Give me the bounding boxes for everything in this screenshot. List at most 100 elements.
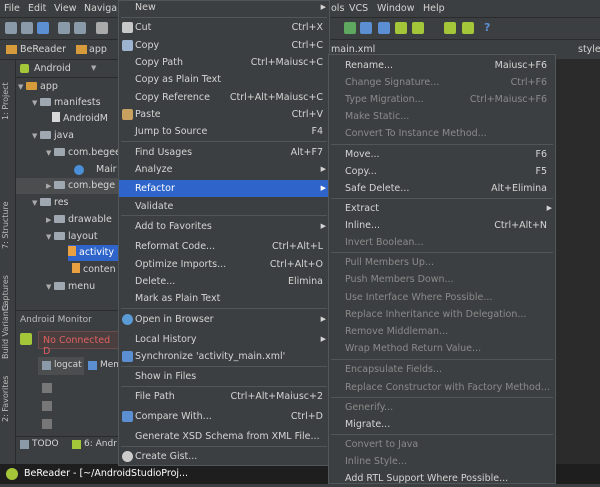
menu-item-add-to-favorites[interactable]: Add to Favorites ▶ xyxy=(119,218,329,235)
menu-item-convert-to-instance-method[interactable]: Convert To Instance Method... xyxy=(329,125,555,142)
menu-item-push-members-down[interactable]: Push Members Down... xyxy=(329,271,555,288)
menu-item-change-signature[interactable]: Change Signature... Ctrl+F6 xyxy=(329,74,555,91)
run-icon[interactable] xyxy=(344,22,356,34)
menu-item-refactor[interactable]: Refactor ▶ xyxy=(119,180,329,197)
menu-item-remove-middleman[interactable]: Remove Middleman... xyxy=(329,323,555,340)
menu-navigate[interactable]: Naviga xyxy=(84,3,117,14)
window-title[interactable]: BeReader - [~/AndroidStudioProj... xyxy=(24,468,188,479)
menu-item-create-gist[interactable]: Create Gist... xyxy=(119,448,329,465)
sdk-manager-icon[interactable] xyxy=(395,22,407,34)
camera-icon[interactable] xyxy=(42,419,52,429)
menu-item-mark-as-plain-text[interactable]: Mark as Plain Text xyxy=(119,290,329,307)
menu-item-copy-reference[interactable]: Copy Reference Ctrl+Alt+Maiusc+C xyxy=(119,89,329,106)
menu-item-inline[interactable]: Inline... Ctrl+Alt+N xyxy=(329,217,555,234)
project-view-selector[interactable]: Android ▼ xyxy=(16,60,120,78)
menu-item-invert-boolean[interactable]: Invert Boolean... xyxy=(329,234,555,251)
tree-item-content-main[interactable]: conten xyxy=(72,262,116,278)
tree-item-activity-main[interactable]: activity xyxy=(68,245,120,261)
breadcrumb-module[interactable]: app xyxy=(89,44,107,55)
tab-build-variants[interactable]: Build Variants xyxy=(1,292,15,370)
menu-item-reformat-code[interactable]: Reformat Code... Ctrl+Alt+L xyxy=(119,238,329,255)
tree-item-manifest-file[interactable]: AndroidM xyxy=(52,111,108,127)
menu-edit[interactable]: Edit xyxy=(28,3,46,14)
menu-item-paste[interactable]: Paste Ctrl+V xyxy=(119,106,329,123)
menu-item-optimize-imports[interactable]: Optimize Imports... Ctrl+Alt+O xyxy=(119,256,329,273)
android-icon[interactable] xyxy=(444,22,456,34)
menu-item-generate-xsd-schema-from-xml-file[interactable]: Generate XSD Schema from XML File... xyxy=(119,428,329,445)
menu-item-move[interactable]: Move... F6 xyxy=(329,146,555,163)
cut-tool-icon[interactable] xyxy=(96,22,108,34)
profile-icon[interactable] xyxy=(378,22,390,34)
menu-item-make-static[interactable]: Make Static... xyxy=(329,108,555,125)
editor-tab-style[interactable]: style xyxy=(578,44,600,55)
tree-item-package[interactable]: ▼ com.begee xyxy=(46,145,121,161)
menu-item-analyze[interactable]: Analyze ▶ xyxy=(119,161,329,178)
redo-icon[interactable] xyxy=(74,22,86,34)
debug-icon[interactable] xyxy=(360,22,372,34)
menu-item-compare-with[interactable]: Compare With... Ctrl+D xyxy=(119,408,329,425)
menu-item-validate[interactable]: Validate xyxy=(119,198,329,215)
trash-icon[interactable] xyxy=(42,401,52,411)
menu-item-extract[interactable]: Extract ▶ xyxy=(329,200,555,217)
tab-logcat[interactable]: logcat xyxy=(38,357,84,375)
save-icon[interactable] xyxy=(21,22,33,34)
menu-item-type-migration[interactable]: Type Migration... Ctrl+Maiusc+F6 xyxy=(329,91,555,108)
breadcrumb-project[interactable]: BeReader xyxy=(20,44,66,55)
menu-item-show-in-files[interactable]: Show in Files xyxy=(119,368,329,385)
tab-todo[interactable]: TODO xyxy=(32,439,59,449)
menu-item-encapsulate-fields[interactable]: Encapsulate Fields... xyxy=(329,361,555,378)
menu-help[interactable]: Help xyxy=(423,3,445,14)
tab-android-monitor[interactable]: 6: Andr xyxy=(84,439,117,449)
menu-vcs[interactable]: VCS xyxy=(349,3,368,14)
menu-item-copy-path[interactable]: Copy Path Ctrl+Maiusc+C xyxy=(119,54,329,71)
menu-item-rename[interactable]: Rename... Maiusc+F6 xyxy=(329,57,555,74)
menu-item-delete[interactable]: Delete... Elimina xyxy=(119,273,329,290)
menu-item-cut[interactable]: Cut Ctrl+X xyxy=(119,19,329,36)
menu-file[interactable]: File xyxy=(4,3,20,14)
menu-item-migrate[interactable]: Migrate... xyxy=(329,416,555,433)
menu-item-pull-members-up[interactable]: Pull Members Up... xyxy=(329,254,555,271)
tree-item-drawable[interactable]: ▶ drawable xyxy=(46,212,112,228)
tab-memory[interactable]: Mem xyxy=(86,357,122,375)
menu-item-replace-inheritance-with-delegation[interactable]: Replace Inheritance with Delegation... xyxy=(329,306,555,323)
open-icon[interactable] xyxy=(5,22,17,34)
device-selector[interactable]: No Connected D xyxy=(38,331,120,357)
menu-item-synchronize-activity-main-xml[interactable]: Synchronize 'activity_main.xml' xyxy=(119,348,329,365)
menu-window[interactable]: Window xyxy=(377,3,414,14)
tab-favorites[interactable]: 2: Favorites xyxy=(1,370,15,428)
android-device-icon[interactable] xyxy=(462,22,474,34)
tab-structure[interactable]: 7: Structure xyxy=(1,194,15,256)
menu-item-local-history[interactable]: Local History ▶ xyxy=(119,331,329,348)
menu-item-replace-constructor-with-factory-method[interactable]: Replace Constructor with Factory Method.… xyxy=(329,379,555,396)
menu-item-open-in-browser[interactable]: Open in Browser ▶ xyxy=(119,311,329,328)
menu-item-find-usages[interactable]: Find Usages Alt+F7 xyxy=(119,144,329,161)
menu-tools[interactable]: ols xyxy=(331,3,344,14)
tree-item-app[interactable]: ▼ app xyxy=(18,79,58,95)
menu-item-use-interface-where-possible[interactable]: Use Interface Where Possible... xyxy=(329,289,555,306)
avd-manager-icon[interactable] xyxy=(412,22,424,34)
undo-icon[interactable] xyxy=(58,22,70,34)
menu-item-convert-to-java[interactable]: Convert to Java xyxy=(329,436,555,453)
menu-item-wrap-method-return-value[interactable]: Wrap Method Return Value... xyxy=(329,340,555,357)
menu-item-jump-to-source[interactable]: Jump to Source F4 xyxy=(119,123,329,140)
tree-item-res[interactable]: ▼ res xyxy=(32,195,69,211)
menu-item-safe-delete[interactable]: Safe Delete... Alt+Elimina xyxy=(329,180,555,197)
tree-item-java[interactable]: ▼ java xyxy=(32,128,74,144)
menu-item-inline-style[interactable]: Inline Style... xyxy=(329,453,555,470)
menu-item-add-rtl-support-where-possible[interactable]: Add RTL Support Where Possible... xyxy=(329,470,555,487)
menu-item-generify[interactable]: Generify... xyxy=(329,399,555,416)
tree-item-manifests[interactable]: ▼ manifests xyxy=(32,95,101,111)
menu-item-copy[interactable]: Copy... F5 xyxy=(329,163,555,180)
menu-item-file-path[interactable]: File Path Ctrl+Alt+Maiusc+2 xyxy=(119,388,329,405)
help-icon[interactable]: ? xyxy=(484,21,490,34)
menu-item-copy[interactable]: Copy Ctrl+C xyxy=(119,37,329,54)
restart-icon[interactable] xyxy=(42,383,52,393)
tree-item-menu[interactable]: ▼ menu xyxy=(46,279,95,295)
menu-view[interactable]: View xyxy=(54,3,77,14)
menu-item-copy-as-plain-text[interactable]: Copy as Plain Text xyxy=(119,71,329,88)
tree-item-main-activity[interactable]: Mair xyxy=(74,162,117,178)
tree-item-layout[interactable]: ▼ layout xyxy=(46,229,98,245)
tree-item-package-test[interactable]: ▶ com.bege xyxy=(16,178,120,194)
sync-icon[interactable] xyxy=(37,22,49,34)
tab-project[interactable]: 1: Project xyxy=(1,70,15,132)
